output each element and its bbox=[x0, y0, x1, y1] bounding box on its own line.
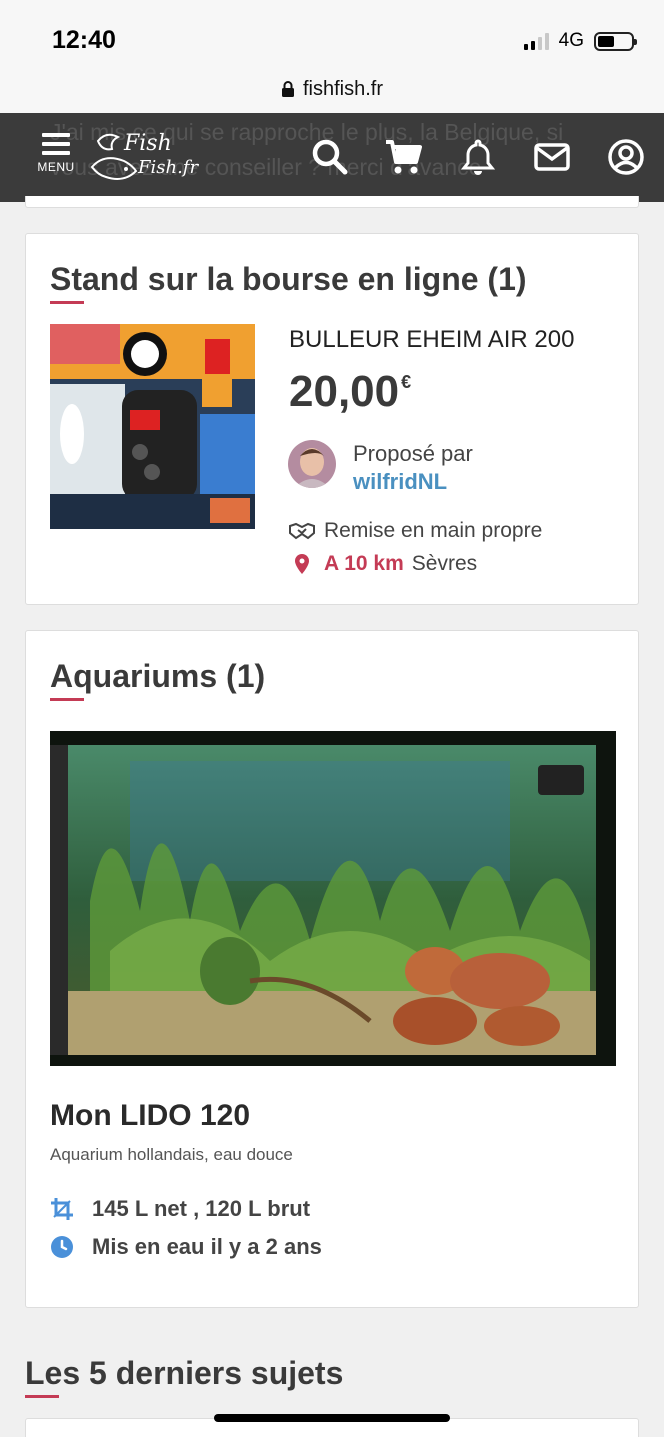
stand-card: Stand sur la bourse en ligne (1) BULLEUR… bbox=[25, 233, 639, 605]
site-header: J'ai mis ce qui se rapproche le plus, la… bbox=[0, 113, 664, 202]
location-city: Sèvres bbox=[411, 552, 478, 575]
previous-card-edge bbox=[25, 196, 639, 208]
proposed-by-label: Proposé par bbox=[353, 441, 473, 466]
crop-icon bbox=[51, 1198, 73, 1220]
map-pin-icon bbox=[295, 554, 309, 574]
header-icons bbox=[0, 138, 664, 178]
product-image[interactable] bbox=[50, 324, 255, 529]
product-name[interactable]: BULLEUR EHEIM AIR 200 bbox=[289, 326, 574, 354]
signal-icon bbox=[523, 32, 549, 50]
title-underline bbox=[50, 698, 84, 701]
clock-icon bbox=[51, 1236, 73, 1258]
aquarium-volume-text: 145 L net , 120 L brut bbox=[92, 1196, 311, 1221]
handover-info: Remise en main propre bbox=[288, 519, 542, 543]
aquarium-photo[interactable] bbox=[50, 731, 616, 1066]
home-indicator[interactable] bbox=[214, 1414, 450, 1422]
product-price: 20,00 € bbox=[289, 367, 412, 416]
battery-icon bbox=[594, 31, 637, 51]
seller-link[interactable]: wilfridNL bbox=[353, 469, 447, 495]
aquariums-section-title: Aquariums (1) bbox=[50, 658, 265, 701]
location-distance: A 10 km bbox=[324, 552, 404, 575]
handshake-icon bbox=[289, 522, 315, 540]
status-indicators: 4G bbox=[523, 30, 637, 52]
handover-text: Remise en main propre bbox=[324, 519, 543, 542]
location-info: A 10 km Sèvres bbox=[288, 552, 477, 576]
bell-icon[interactable] bbox=[459, 138, 497, 176]
status-bar: 12:40 4G bbox=[0, 0, 664, 66]
seller-avatar[interactable] bbox=[288, 440, 336, 488]
title-underline bbox=[50, 301, 84, 304]
lock-icon bbox=[281, 81, 294, 97]
user-icon[interactable] bbox=[607, 138, 645, 176]
mail-icon[interactable] bbox=[533, 138, 571, 176]
aquarium-volume: 145 L net , 120 L brut bbox=[50, 1196, 310, 1222]
aquarium-name[interactable]: Mon LIDO 120 bbox=[50, 1099, 250, 1133]
address-bar[interactable]: fishfish.fr bbox=[0, 66, 664, 113]
cart-icon[interactable] bbox=[384, 138, 422, 176]
status-time: 12:40 bbox=[52, 26, 116, 54]
network-type: 4G bbox=[558, 30, 584, 51]
aquariums-card: Aquariums (1) Mon LIDO 120 Aquarium holl… bbox=[25, 630, 639, 1308]
aquarium-description: Aquarium hollandais, eau douce bbox=[50, 1145, 293, 1164]
stand-section-title: Stand sur la bourse en ligne (1) bbox=[50, 261, 527, 304]
latest-topics-title: Les 5 derniers sujets bbox=[25, 1355, 343, 1398]
url-text: fishfish.fr bbox=[302, 78, 384, 100]
search-icon[interactable] bbox=[311, 138, 349, 176]
aquarium-age: Mis en eau il y a 2 ans bbox=[50, 1234, 322, 1260]
title-underline bbox=[25, 1395, 59, 1398]
aquarium-age-text: Mis en eau il y a 2 ans bbox=[92, 1234, 322, 1259]
